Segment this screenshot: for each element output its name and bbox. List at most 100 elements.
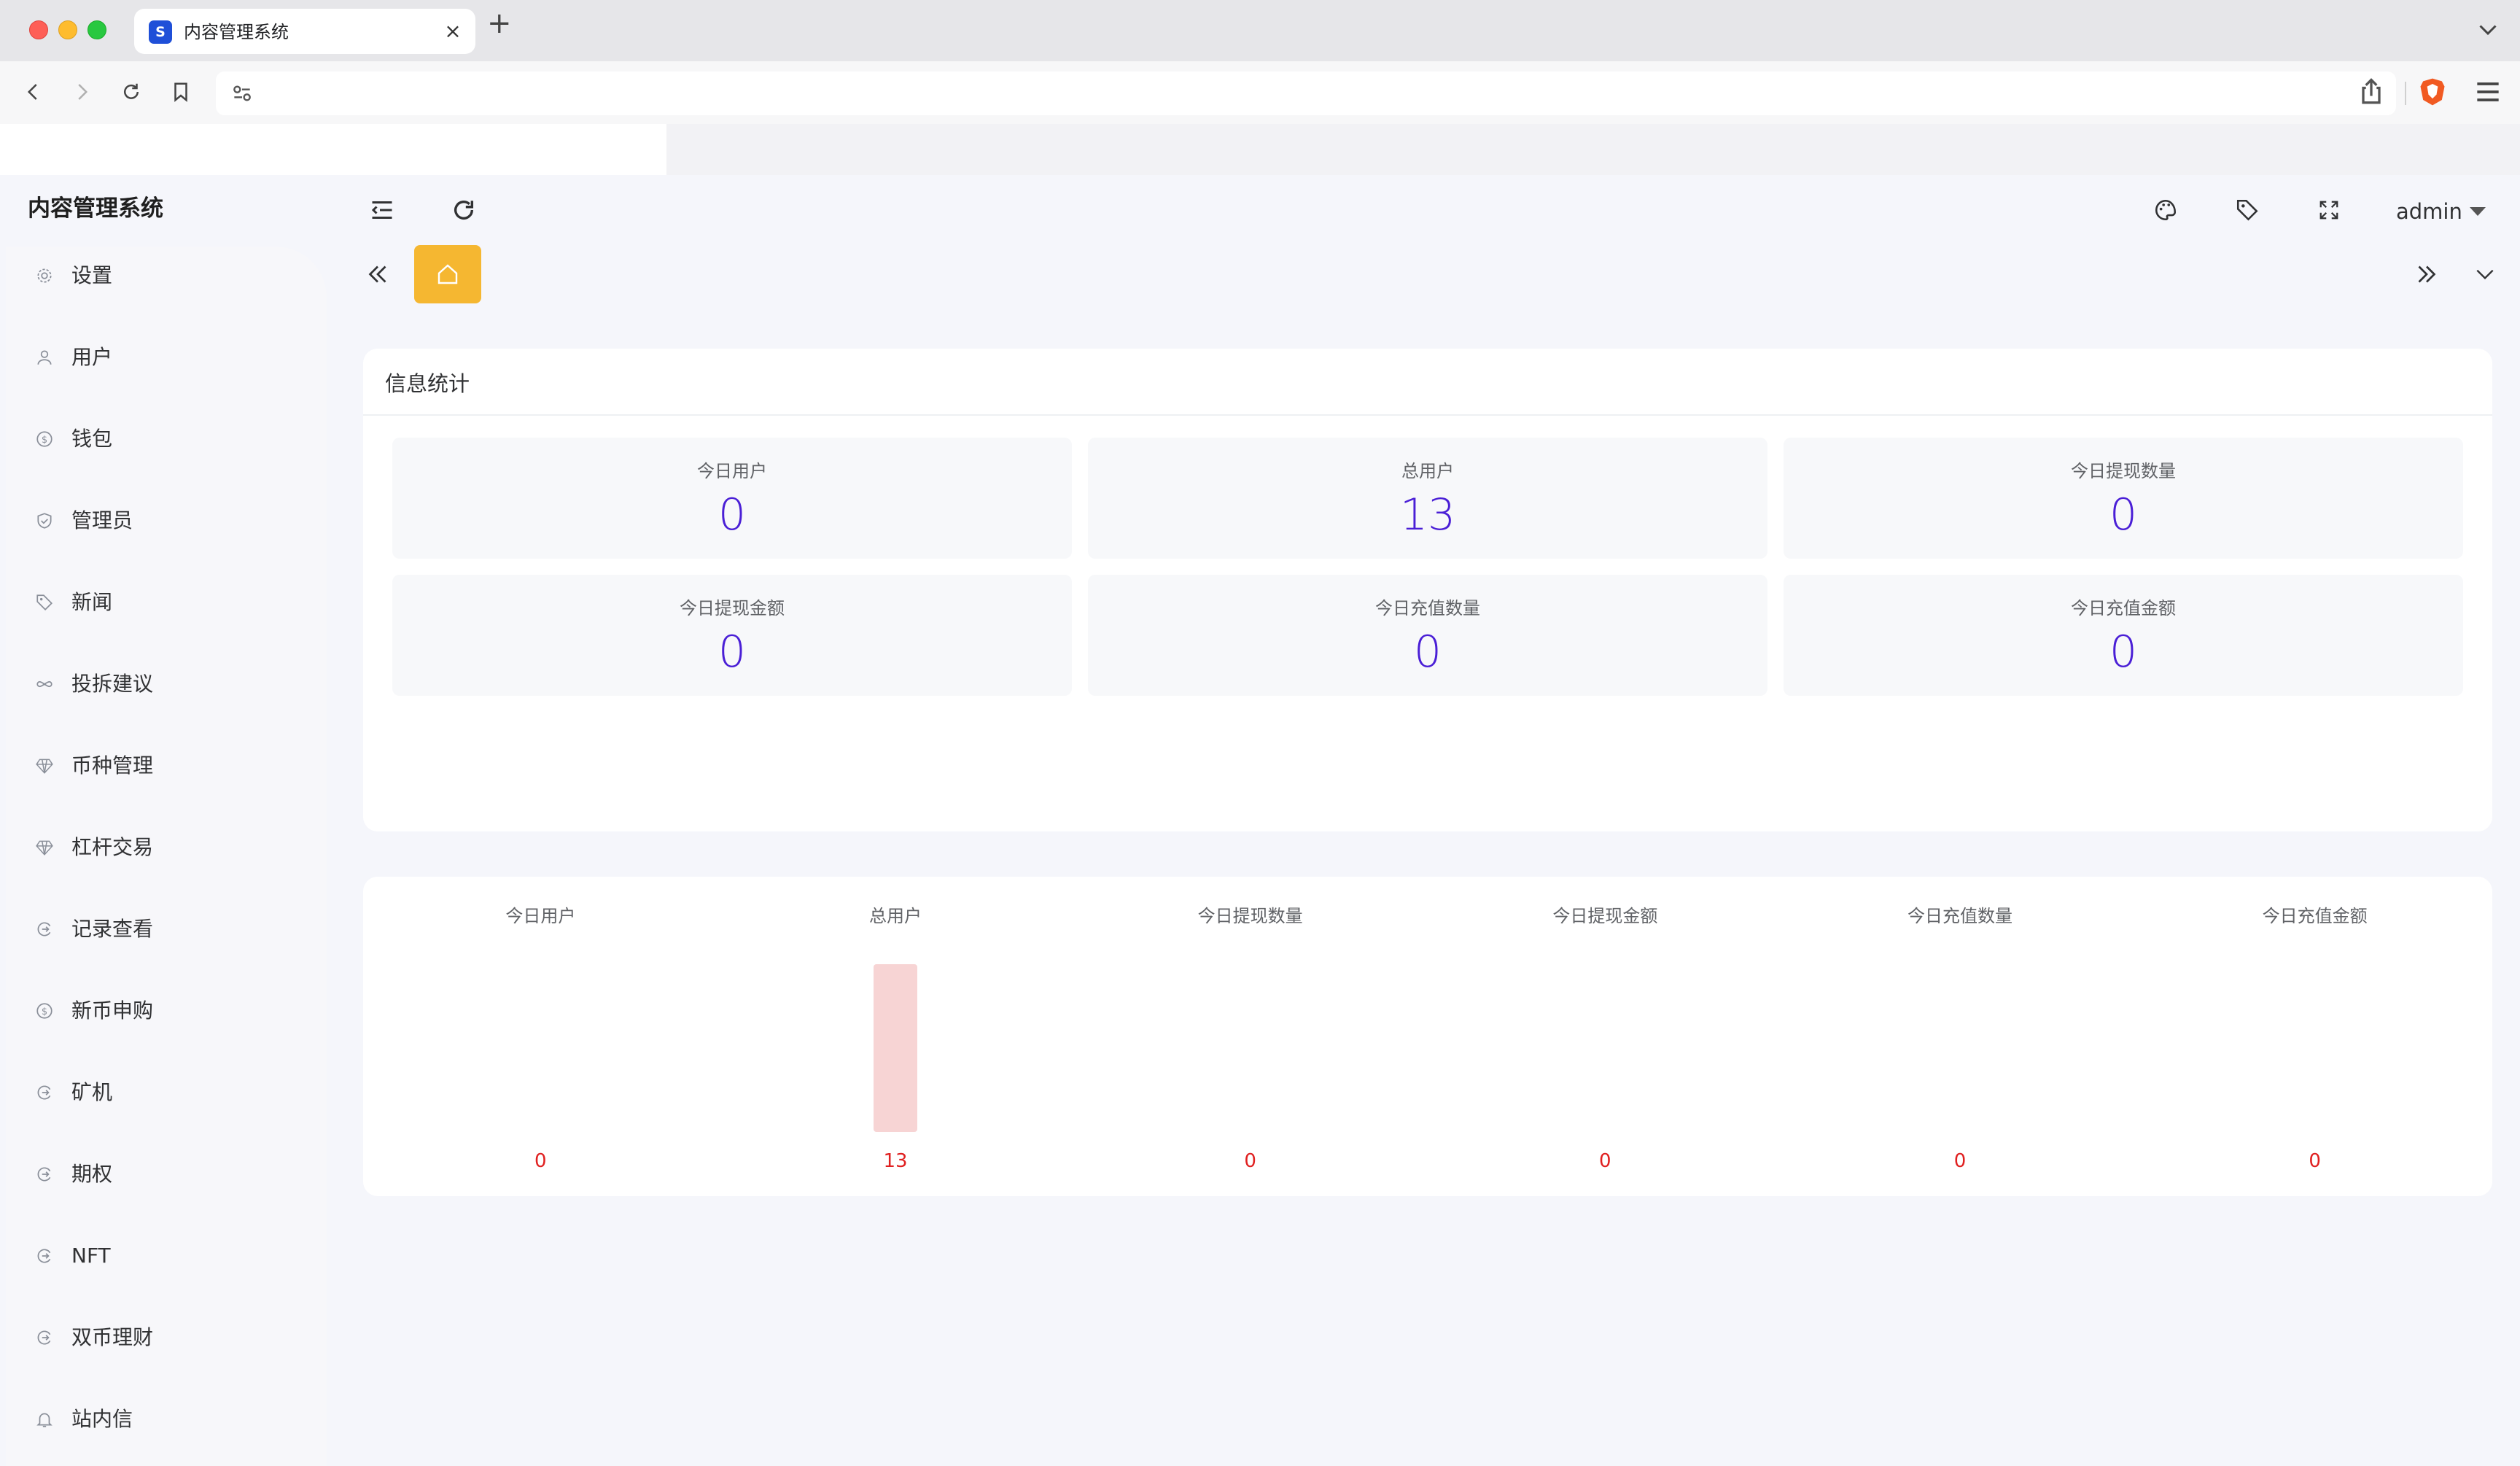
- gear-icon: [37, 268, 52, 283]
- stat-value: 13: [1399, 489, 1456, 540]
- sidebar-item-records[interactable]: 记录查看: [6, 900, 327, 958]
- chart-category-label: 总用户: [869, 906, 922, 926]
- diamond-icon: [36, 759, 53, 774]
- sidebar-item-label: 币种管理: [71, 753, 154, 777]
- sidebar-item-coins[interactable]: 币种管理: [6, 737, 327, 795]
- stats-card-title: 信息统计: [385, 371, 470, 396]
- stat-today-deposit-amount: 今日充值金额 0: [1784, 575, 2463, 696]
- app-title: 内容管理系统: [28, 195, 163, 222]
- sidebar-item-label: 管理员: [71, 508, 133, 532]
- browser-toolbar: [0, 61, 2520, 124]
- share-icon[interactable]: [2355, 76, 2387, 108]
- forward-arrow-icon[interactable]: [66, 76, 98, 108]
- stat-label: 今日提现数量: [2071, 461, 2176, 481]
- chart-data-label: 0: [2309, 1150, 2321, 1172]
- sidebar-item-label: 新闻: [71, 590, 113, 614]
- chart-category-label: 今日提现金额: [1552, 906, 1657, 926]
- sidebar-item-leverage[interactable]: 杠杆交易: [6, 818, 327, 877]
- browser-tab-bar: S 内容管理系统 × +: [0, 0, 2520, 61]
- new-tab-plus-icon[interactable]: +: [487, 6, 512, 41]
- close-tab-icon[interactable]: ×: [440, 19, 465, 44]
- circle-arrow-icon: [37, 1330, 51, 1345]
- browser-tab-active[interactable]: S 内容管理系统 ×: [134, 9, 475, 54]
- stat-value: 0: [718, 489, 747, 540]
- address-bar[interactable]: [216, 71, 2396, 115]
- sidebar-item-label: 双币理财: [71, 1325, 154, 1349]
- sidebar-item-ipo[interactable]: $ 新币申购: [6, 982, 327, 1040]
- user-icon: [37, 350, 52, 365]
- chart-category-label: 今日充值金额: [2263, 906, 2368, 926]
- browser-menu-icon[interactable]: [2472, 76, 2504, 108]
- sidebar-item-feedback[interactable]: 投拆建议: [6, 655, 327, 713]
- bar-chart: 今日用户 0 总用户 13 今日提现数量 0 今日提现金额 0 今日充值数量 0 今日充值金额 0: [505, 906, 2368, 1172]
- sidebar-item-label: 投拆建议: [71, 672, 154, 696]
- window-close-button[interactable]: [29, 20, 48, 39]
- user-dropdown[interactable]: admin: [2396, 197, 2486, 226]
- stat-value: 0: [1413, 627, 1442, 678]
- browser-tab-title: 内容管理系统: [184, 22, 289, 42]
- stat-today-withdraw-amount: 今日提现金额 0: [392, 575, 1072, 696]
- caret-down-icon: [2469, 207, 2486, 216]
- sidebar-item-wallet[interactable]: $ 钱包: [6, 410, 327, 468]
- refresh-icon[interactable]: [446, 193, 481, 228]
- stats-card: 信息统计 今日用户 0 总用户 13 今日提现数量 0 今日提现金额 0 今日充…: [363, 349, 2492, 831]
- brave-shields-icon[interactable]: [2416, 76, 2449, 108]
- sidebar-item-miner[interactable]: 矿机: [6, 1063, 327, 1122]
- sidebar-item-label: 杠杆交易: [71, 835, 154, 859]
- site-favicon-icon: S: [149, 20, 172, 44]
- circle-arrow-icon: [37, 922, 51, 936]
- tab-list-chevron-icon[interactable]: [2475, 16, 2501, 42]
- sidebar-item-label: 记录查看: [71, 917, 154, 941]
- scroll-tabs-left-icon[interactable]: [360, 257, 395, 292]
- bell-icon: [36, 1413, 52, 1427]
- sidebar-item-label: 新币申购: [71, 998, 154, 1023]
- back-arrow-icon[interactable]: [18, 76, 50, 108]
- sidebar-item-settings[interactable]: 设置: [6, 247, 327, 305]
- sidebar-item-dual-finance[interactable]: 双币理财: [6, 1308, 327, 1367]
- circle-arrow-icon: [37, 1249, 51, 1263]
- sidebar-item-nft[interactable]: NFT: [6, 1227, 327, 1285]
- stat-label: 今日充值数量: [1375, 598, 1480, 618]
- svg-text:$: $: [42, 435, 47, 446]
- sidebar: 设置 用户 $ 钱包 管理员 新闻 投拆建议 币种管理 杠杆交易 记录查看 $ …: [6, 247, 327, 1466]
- stat-today-users: 今日用户 0: [392, 438, 1072, 559]
- stat-value: 0: [718, 627, 747, 678]
- sidebar-item-messages[interactable]: 站内信: [6, 1390, 327, 1448]
- stats-card-header: 信息统计: [363, 349, 2492, 416]
- tab-home[interactable]: [414, 245, 481, 303]
- sidebar-item-admins[interactable]: 管理员: [6, 492, 327, 550]
- stat-today-withdraw-count: 今日提现数量 0: [1784, 438, 2463, 559]
- collapse-menu-icon[interactable]: [365, 193, 400, 228]
- sidebar-item-users[interactable]: 用户: [6, 328, 327, 387]
- sidebar-item-label: 站内信: [71, 1407, 133, 1431]
- bookmark-icon[interactable]: [165, 76, 197, 108]
- window-minimize-button[interactable]: [58, 20, 77, 39]
- username-label: admin: [2396, 199, 2462, 224]
- sidebar-item-label: 矿机: [71, 1080, 113, 1104]
- palette-icon[interactable]: [2148, 193, 2183, 228]
- tabs-dropdown-icon[interactable]: [2468, 257, 2502, 292]
- sidebar-item-label: 设置: [71, 263, 113, 287]
- shield-check-icon: [37, 513, 52, 529]
- scroll-tabs-right-icon[interactable]: [2409, 257, 2444, 292]
- chart-data-label: 0: [1244, 1150, 1256, 1172]
- stat-today-deposit-count: 今日充值数量 0: [1088, 575, 1768, 696]
- chart-data-label: 0: [1599, 1150, 1611, 1172]
- page-viewport: 内容管理系统 设置 用户 $ 钱包 管理员 新闻 投拆建议 币种管理 杠杆交易 …: [0, 124, 2520, 1466]
- fullscreen-icon[interactable]: [2311, 193, 2346, 228]
- window-maximize-button[interactable]: [88, 20, 106, 39]
- page-top-strip-right: [666, 124, 2520, 175]
- toolbar-divider: [2405, 82, 2406, 105]
- stat-value: 0: [2109, 627, 2138, 678]
- circle-arrow-icon: [37, 1085, 51, 1100]
- tag-icon[interactable]: [2230, 193, 2265, 228]
- site-settings-icon[interactable]: [230, 82, 254, 105]
- svg-text:$: $: [42, 1007, 47, 1017]
- reload-icon[interactable]: [115, 76, 147, 108]
- stat-total-users: 总用户 13: [1088, 438, 1768, 559]
- sidebar-item-label: 期权: [71, 1162, 113, 1186]
- sidebar-item-news[interactable]: 新闻: [6, 573, 327, 632]
- sidebar-item-options[interactable]: 期权: [6, 1145, 327, 1203]
- infinity-link-icon: [36, 680, 52, 688]
- chart-card: 今日用户 0 总用户 13 今日提现数量 0 今日提现金额 0 今日充值数量 0 今日充值金额 0: [363, 877, 2492, 1196]
